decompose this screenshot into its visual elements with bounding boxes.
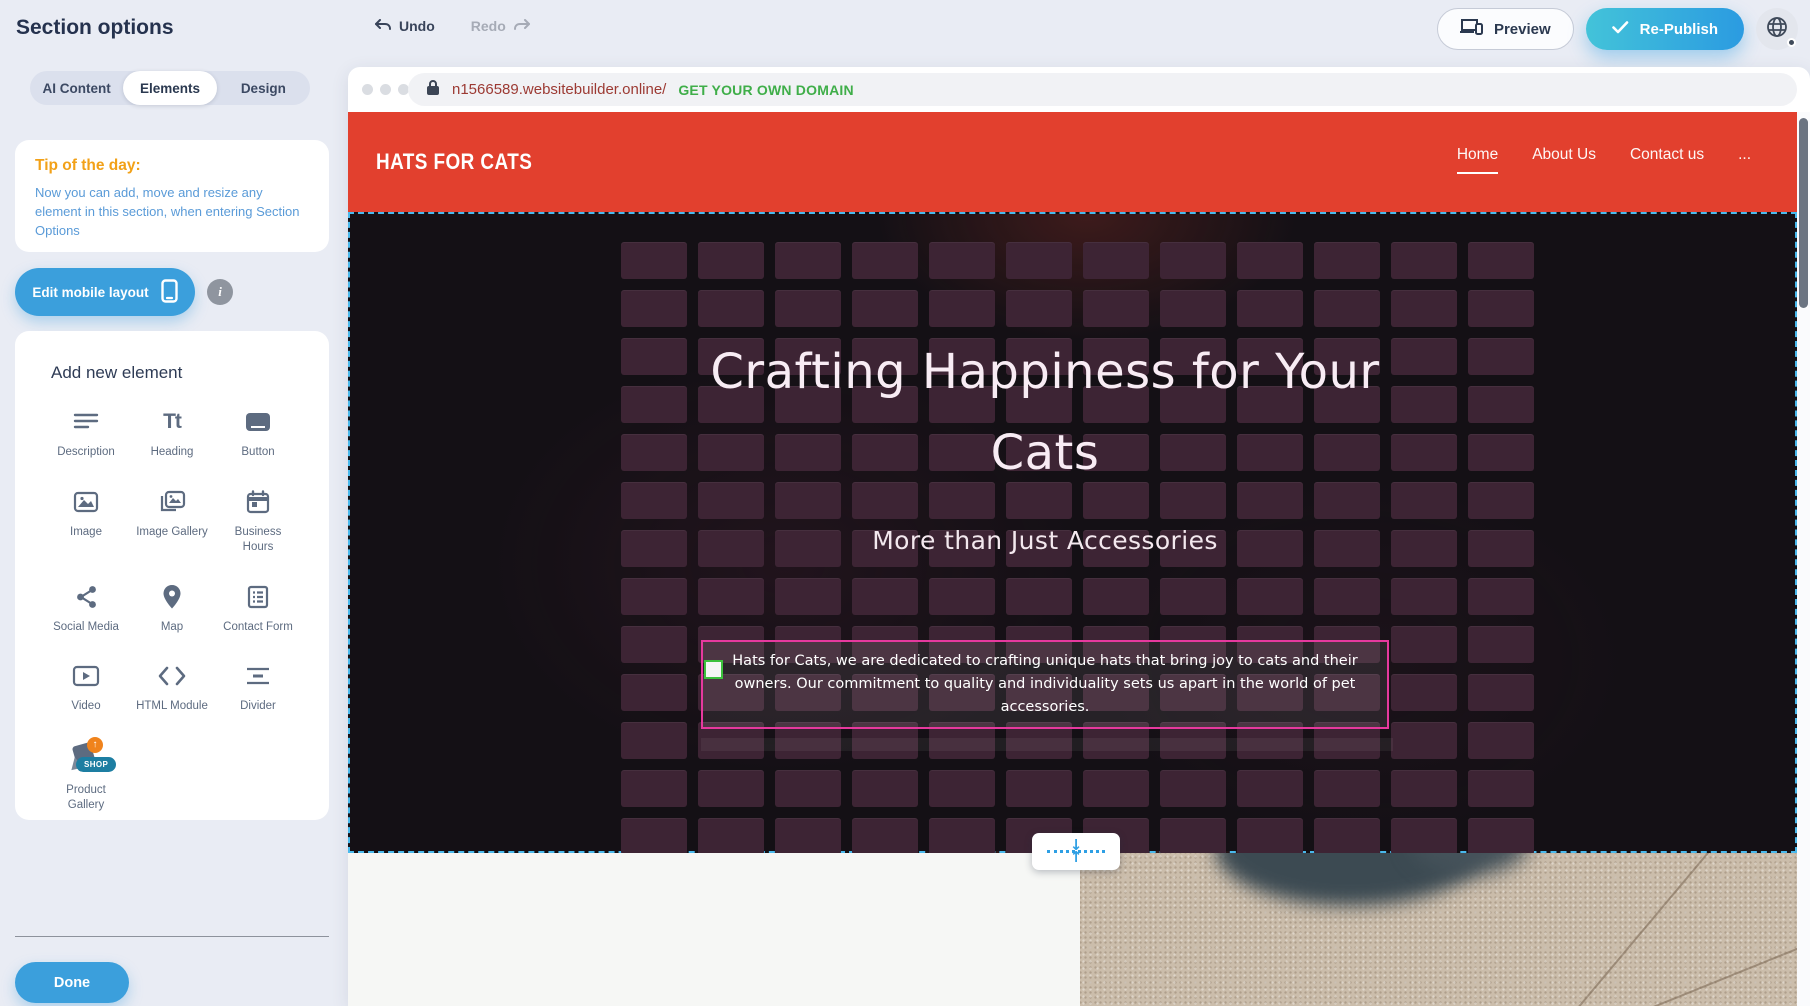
language-globe-button[interactable] (1756, 8, 1798, 50)
site-nav: Home About Us Contact us ... (1457, 146, 1751, 174)
divider-icon (245, 661, 271, 691)
product-gallery-icon: ↑ SHOP (67, 741, 105, 775)
image-icon (73, 487, 99, 517)
pavement-photo (1080, 853, 1797, 1006)
upgrade-arrow-icon: ↑ (87, 737, 103, 753)
nav-contact-us[interactable]: Contact us (1630, 146, 1704, 172)
element-item-business-hours[interactable]: Business Hours (215, 487, 301, 556)
element-hover-strip (701, 738, 1393, 751)
element-item-video[interactable]: Video (43, 661, 129, 715)
done-button[interactable]: Done (15, 962, 129, 1003)
element-item-description[interactable]: Description (43, 407, 129, 461)
business-hours-icon (246, 487, 270, 517)
element-item-divider[interactable]: Divider (215, 661, 301, 715)
preview-button[interactable]: Preview (1437, 8, 1574, 50)
nav-about-us[interactable]: About Us (1532, 146, 1596, 172)
tile-seam-2 (1582, 911, 1797, 1006)
tab-elements[interactable]: Elements (123, 71, 216, 105)
address-bar[interactable]: n1566589.websitebuilder.online/ GET YOUR… (408, 73, 1797, 106)
tile-seam (1553, 853, 1747, 1006)
description-icon (73, 407, 99, 437)
element-grid: Description Tt Heading Button Image Imag… (37, 407, 307, 814)
tab-design[interactable]: Design (217, 71, 310, 105)
undo-label: Undo (399, 18, 435, 34)
description-element-selected[interactable]: Hats for Cats, we are dedicated to craft… (701, 640, 1389, 729)
html-code-icon (157, 661, 187, 691)
contact-form-icon (246, 582, 270, 612)
hero-description: Hats for Cats, we are dedicated to craft… (721, 650, 1369, 720)
next-section[interactable] (348, 853, 1797, 1006)
site-logo[interactable]: HATS FOR CATS (376, 149, 532, 175)
map-pin-icon (161, 582, 183, 612)
panel-tabs: AI Content Elements Design (30, 71, 310, 105)
tip-body: Now you can add, move and resize any ele… (35, 184, 309, 241)
site-url: n1566589.websitebuilder.online/ (452, 81, 666, 98)
globe-status-dot (1787, 38, 1796, 47)
image-gallery-icon (158, 487, 186, 517)
website-builder-app: Section options Undo Redo Preview Re-Pub… (0, 0, 1810, 1006)
element-item-image[interactable]: Image (43, 487, 129, 556)
redo-icon (513, 19, 531, 33)
social-media-icon (74, 582, 98, 612)
site-preview-frame: n1566589.websitebuilder.online/ GET YOUR… (348, 67, 1810, 1006)
hero-subheading[interactable]: More than Just Accessories (350, 526, 1740, 555)
page-title: Section options (16, 16, 174, 40)
element-drag-handle[interactable] (704, 660, 723, 679)
video-icon (72, 661, 100, 691)
republish-label: Re-Publish (1640, 21, 1718, 38)
globe-icon (1765, 15, 1789, 44)
element-item-html-module[interactable]: HTML Module (129, 661, 215, 715)
lock-icon (426, 79, 440, 101)
tip-of-the-day-card: Tip of the day: Now you can add, move an… (15, 140, 329, 252)
site-header[interactable]: HATS FOR CATS Home About Us Contact us .… (348, 112, 1797, 212)
preview-scrollbar[interactable] (1797, 112, 1810, 1006)
browser-chrome: n1566589.websitebuilder.online/ GET YOUR… (348, 67, 1810, 112)
next-section-background (348, 853, 1080, 1006)
section-resize-handle[interactable]: ↓ ↑ (1032, 833, 1120, 870)
add-element-title: Add new element (37, 363, 307, 383)
add-new-element-panel: Add new element Description Tt Heading B… (15, 331, 329, 820)
browser-dots (362, 84, 409, 95)
topbar-actions: Preview Re-Publish (1437, 8, 1798, 50)
element-item-button[interactable]: Button (215, 407, 301, 461)
element-item-product-gallery[interactable]: ↑ SHOP Product Gallery (43, 741, 129, 814)
preview-label: Preview (1494, 21, 1551, 38)
shop-badge: SHOP (76, 757, 116, 772)
undo-redo-group: Undo Redo (374, 18, 531, 34)
undo-button[interactable]: Undo (374, 18, 435, 34)
sidebar-divider (15, 936, 329, 937)
edit-mobile-label: Edit mobile layout (32, 285, 148, 300)
phone-icon (161, 279, 178, 306)
edit-mobile-layout-button[interactable]: Edit mobile layout (15, 268, 195, 316)
redo-button[interactable]: Redo (471, 18, 531, 34)
element-item-contact-form[interactable]: Contact Form (215, 582, 301, 636)
undo-icon (374, 19, 392, 33)
tab-ai-content[interactable]: AI Content (30, 71, 123, 105)
heading-icon: Tt (163, 407, 181, 437)
redo-label: Redo (471, 18, 506, 34)
site-canvas: HATS FOR CATS Home About Us Contact us .… (348, 112, 1797, 1006)
element-item-map[interactable]: Map (129, 582, 215, 636)
get-domain-link[interactable]: GET YOUR OWN DOMAIN (678, 82, 853, 98)
element-item-heading[interactable]: Tt Heading (129, 407, 215, 461)
devices-icon (1460, 18, 1484, 40)
hero-heading[interactable]: Crafting Happiness for Your Cats (665, 332, 1425, 494)
tip-heading: Tip of the day: (35, 157, 309, 175)
element-item-social-media[interactable]: Social Media (43, 582, 129, 636)
button-icon (244, 407, 272, 437)
arrow-up-icon: ↑ (1070, 853, 1083, 862)
hero-content: Crafting Happiness for Your Cats More th… (350, 332, 1740, 555)
nav-home[interactable]: Home (1457, 146, 1498, 174)
info-icon[interactable]: i (207, 279, 233, 305)
scrollbar-thumb[interactable] (1799, 118, 1808, 308)
nav-more[interactable]: ... (1738, 146, 1751, 172)
hero-section-selected[interactable]: Crafting Happiness for Your Cats More th… (348, 212, 1797, 853)
check-icon (1612, 21, 1629, 38)
element-item-image-gallery[interactable]: Image Gallery (129, 487, 215, 556)
republish-button[interactable]: Re-Publish (1586, 8, 1744, 50)
